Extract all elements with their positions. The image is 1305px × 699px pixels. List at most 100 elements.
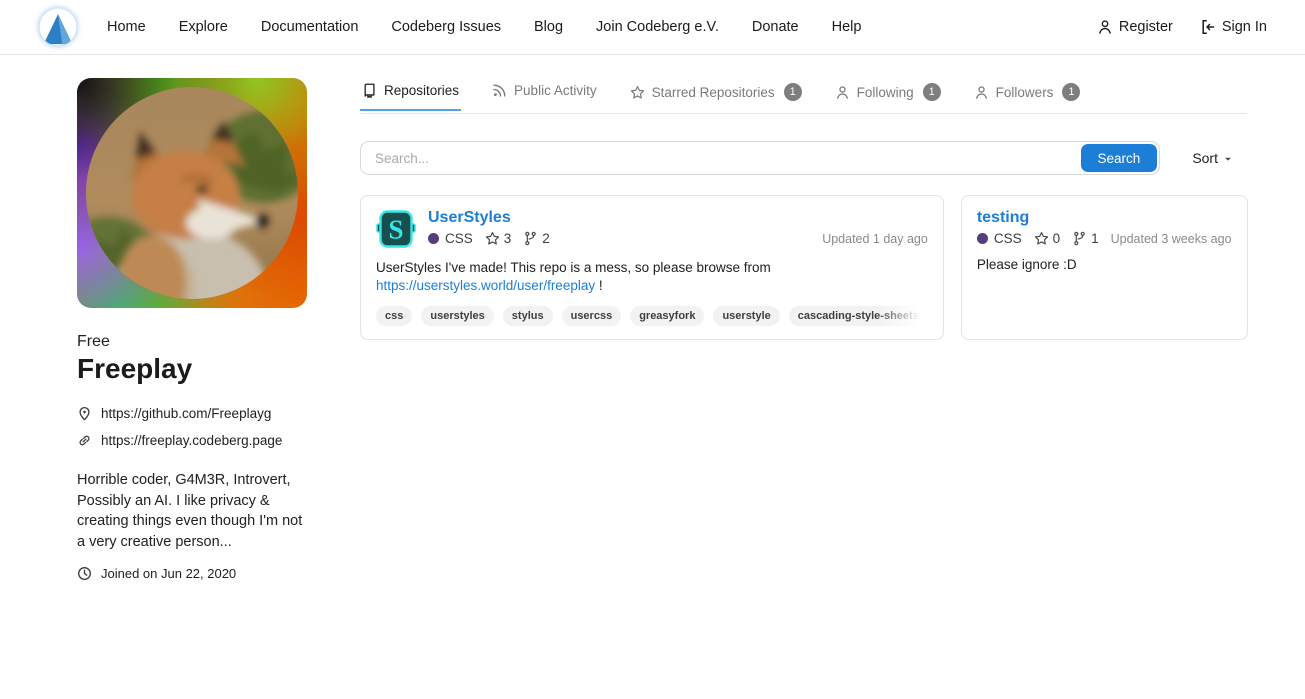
link-icon [77, 433, 92, 448]
repo-updated: Updated 1 day ago [822, 232, 928, 246]
person-icon [974, 85, 989, 100]
stylus-logo-icon[interactable]: S [376, 209, 416, 249]
tab-public-activity-label: Public Activity [514, 83, 597, 98]
fork-count[interactable]: 1 [1072, 231, 1099, 246]
register-label: Register [1119, 19, 1173, 35]
tab-following-label: Following [857, 85, 914, 100]
profile-joined-row: Joined on Jun 22, 2020 [77, 566, 307, 581]
repo-description: UserStyles I've made! This repo is a mes… [376, 259, 928, 295]
tab-repositories[interactable]: Repositories [360, 78, 461, 111]
profile-username: Freeplay [77, 353, 307, 385]
profile-website-row: https://github.com/Freeplayg [77, 406, 307, 421]
profile-tabs: Repositories Public Activity Starred Rep… [360, 78, 1247, 114]
language-label: CSS [994, 231, 1022, 246]
topic-pill[interactable]: greasyfork [630, 306, 704, 326]
topic-pill[interactable]: userstyle [713, 306, 779, 326]
nav-item-help[interactable]: Help [832, 19, 862, 35]
repo-card-testing: testing CSS 0 [961, 195, 1248, 340]
nav-links: Home Explore Documentation Codeberg Issu… [107, 19, 894, 35]
tab-public-activity[interactable]: Public Activity [490, 78, 599, 111]
tab-starred-label: Starred Repositories [652, 85, 775, 100]
nav-item-documentation[interactable]: Documentation [261, 19, 359, 35]
topic-pill[interactable]: cascading-style-sheets [789, 306, 928, 326]
register-button[interactable]: Register [1097, 19, 1173, 35]
repo-title-block: testing CSS 0 [977, 209, 1232, 246]
fork-count-value: 1 [1091, 231, 1099, 246]
topic-list: css userstyles stylus usercss greasyfork… [376, 306, 928, 326]
star-icon [1034, 231, 1049, 246]
sort-dropdown[interactable]: Sort [1192, 150, 1233, 166]
git-branch-icon [1072, 231, 1087, 246]
sort-label: Sort [1192, 150, 1218, 166]
language-label: CSS [445, 231, 473, 246]
nav-item-codeberg-issues[interactable]: Codeberg Issues [391, 19, 501, 35]
star-count[interactable]: 0 [1034, 231, 1061, 246]
repo-meta-row: CSS 3 [428, 231, 928, 246]
topic-pill[interactable]: userstyles [421, 306, 493, 326]
repo-title-block: UserStyles CSS 3 [428, 209, 928, 249]
star-count-value: 0 [1053, 231, 1061, 246]
repo-card-userstyles: S UserStyles CSS 3 [360, 195, 944, 340]
repo-description: Please ignore :D [977, 256, 1232, 274]
tab-starred-repositories[interactable]: Starred Repositories 1 [628, 78, 804, 114]
location-icon [77, 406, 92, 421]
starred-count-badge: 1 [784, 83, 802, 101]
topic-pill[interactable]: usercss [562, 306, 622, 326]
profile-bio: Horrible coder, G4M3R, Introvert, Possib… [77, 470, 307, 552]
svg-text:S: S [388, 215, 403, 245]
profile-joined-date: Joined on Jun 22, 2020 [101, 566, 236, 581]
repo-link-testing[interactable]: testing [977, 209, 1029, 227]
profile-link-row: https://freeplay.codeberg.page [77, 433, 307, 448]
nav-item-join-codeberg[interactable]: Join Codeberg e.V. [596, 19, 719, 35]
profile-avatar [77, 78, 307, 308]
tab-followers-label: Followers [996, 85, 1054, 100]
chevron-down-icon [1223, 154, 1233, 164]
repositories-section: Repositories Public Activity Starred Rep… [360, 78, 1247, 581]
main-content: Free Freeplay https://github.com/Freepla… [0, 55, 1305, 581]
repo-card-list: S UserStyles CSS 3 [360, 195, 1247, 340]
repo-search-row: Search Sort [360, 141, 1247, 175]
navbar: Home Explore Documentation Codeberg Issu… [0, 0, 1305, 55]
repo-link-userstyles[interactable]: UserStyles [428, 209, 511, 227]
profile-sidebar: Free Freeplay https://github.com/Freepla… [77, 78, 307, 581]
fork-count[interactable]: 2 [523, 231, 550, 246]
repo-meta-row: CSS 0 1 [977, 231, 1232, 246]
sign-in-button[interactable]: Sign In [1200, 19, 1267, 35]
followers-count-badge: 1 [1062, 83, 1080, 101]
topic-pill[interactable]: stylus [503, 306, 553, 326]
profile-website1[interactable]: https://github.com/Freeplayg [101, 406, 271, 421]
following-count-badge: 1 [923, 83, 941, 101]
rss-icon [492, 83, 507, 98]
star-count-value: 3 [504, 231, 512, 246]
person-icon [1097, 19, 1113, 35]
tab-following[interactable]: Following 1 [833, 78, 943, 114]
profile-website2[interactable]: https://freeplay.codeberg.page [101, 433, 282, 448]
search-button[interactable]: Search [1081, 144, 1158, 172]
git-branch-icon [523, 231, 538, 246]
search-field-wrap: Search [360, 141, 1160, 175]
sign-in-label: Sign In [1222, 19, 1267, 35]
nav-item-home[interactable]: Home [107, 19, 146, 35]
nav-auth-area: Register Sign In [1097, 19, 1267, 35]
language-dot [428, 233, 439, 244]
topic-pill[interactable]: css [376, 306, 412, 326]
repo-card-head: S UserStyles CSS 3 [376, 209, 928, 249]
star-icon [630, 85, 645, 100]
nav-item-blog[interactable]: Blog [534, 19, 563, 35]
nav-item-donate[interactable]: Donate [752, 19, 799, 35]
clock-icon [77, 566, 92, 581]
repo-icon [362, 83, 377, 98]
repo-updated: Updated 3 weeks ago [1111, 232, 1232, 246]
person-icon [835, 85, 850, 100]
tab-followers[interactable]: Followers 1 [972, 78, 1083, 114]
codeberg-logo-icon[interactable] [37, 6, 79, 48]
repo-desc-link[interactable]: https://userstyles.world/user/freeplay [376, 278, 595, 293]
tab-repositories-label: Repositories [384, 83, 459, 98]
fork-count-value: 2 [542, 231, 550, 246]
star-count[interactable]: 3 [485, 231, 512, 246]
search-input[interactable] [360, 141, 1160, 175]
repo-desc-suffix: ! [595, 278, 603, 293]
language-dot [977, 233, 988, 244]
nav-item-explore[interactable]: Explore [179, 19, 228, 35]
profile-pronouns: Free [77, 333, 307, 351]
